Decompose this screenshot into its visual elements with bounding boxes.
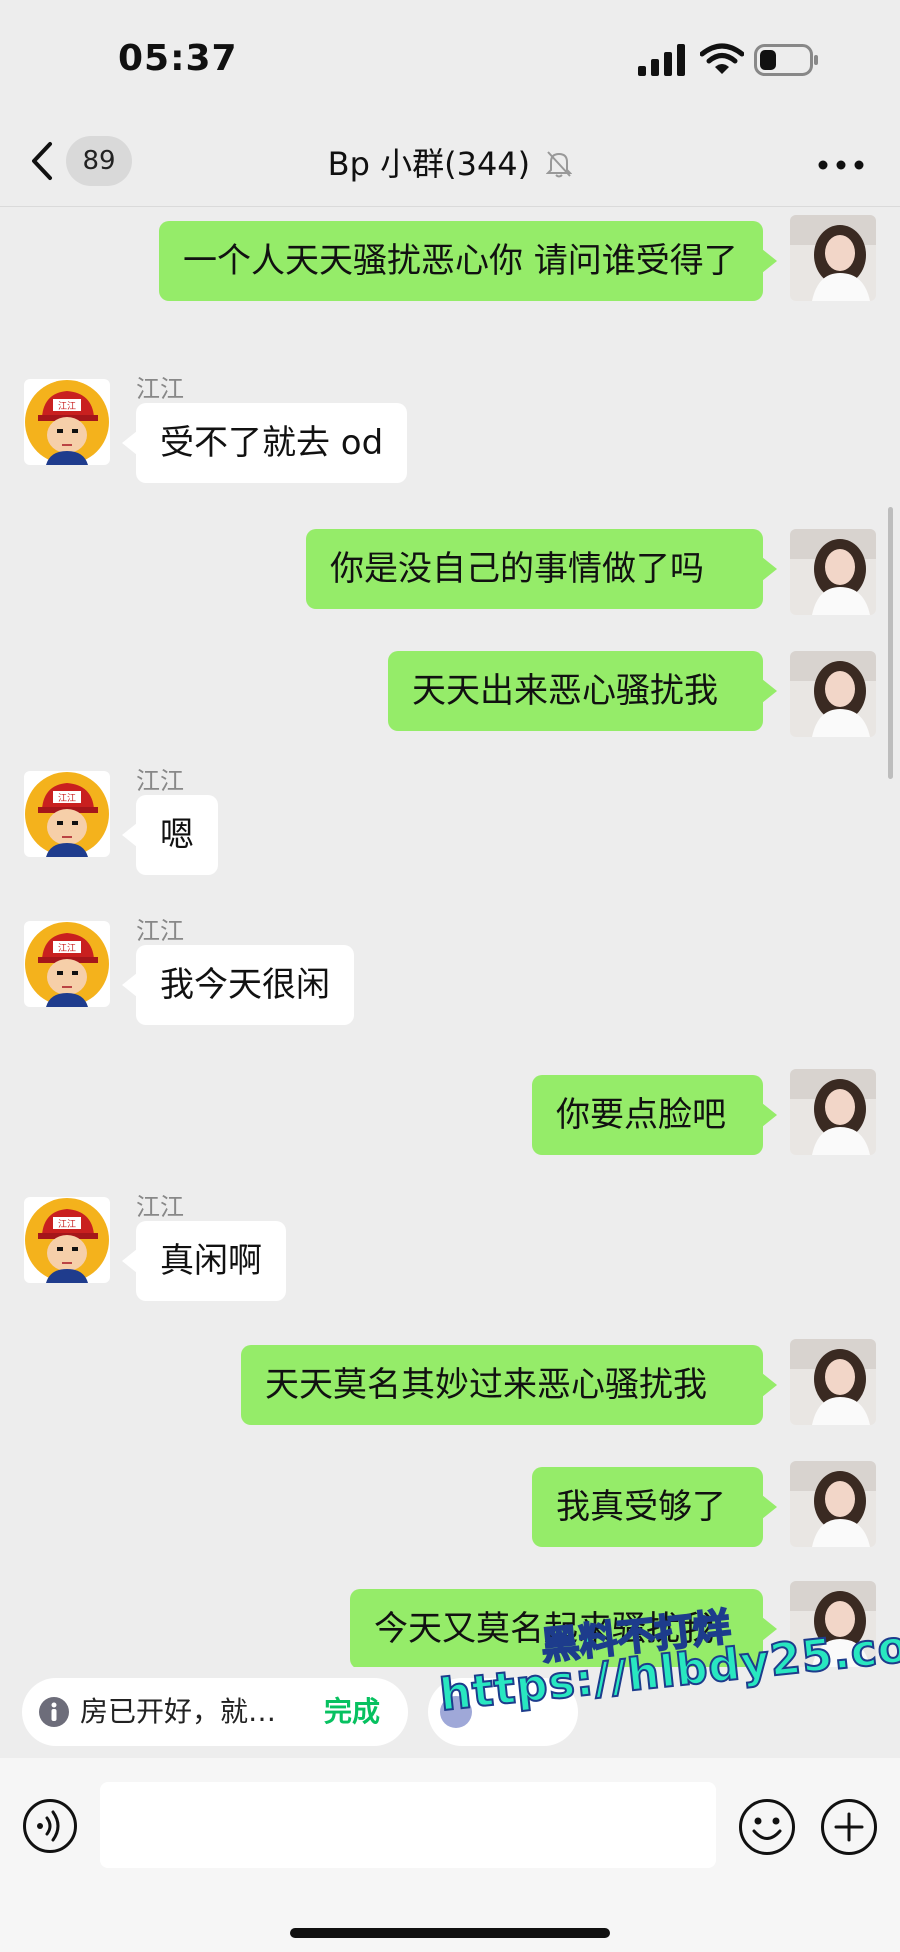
avatar[interactable] [790,529,876,615]
avatar[interactable]: 江江 [24,379,110,465]
message-bubble[interactable]: 真闲啊 [122,1221,286,1301]
more-icon[interactable] [818,160,864,170]
message-row: 江江 江江 真闲啊 [0,1187,900,1327]
chat-title-text: Bp 小群(344) [327,145,531,183]
voice-icon[interactable] [22,1798,78,1854]
chat-header: 89 Bp 小群(344) [0,120,900,207]
message-row: 天天出来恶心骚扰我 [0,651,900,751]
message-row: 江江 江江 我今天很闲 [0,911,900,1051]
avatar[interactable] [790,1461,876,1547]
bell-off-icon [546,151,573,178]
message-bubble[interactable]: 天天莫名其妙过来恶心骚扰我 [241,1345,777,1425]
scrollbar[interactable] [888,507,893,779]
message-bubble[interactable]: 受不了就去 od [121,403,408,483]
home-indicator[interactable] [290,1928,610,1938]
avatar[interactable] [790,651,876,737]
message-input[interactable] [100,1782,716,1868]
message-bubble[interactable]: 我今天很闲 [122,945,354,1025]
message-row: 你要点脸吧 [0,1069,900,1169]
svg-text:江江: 江江 [58,401,76,412]
svg-text:江江: 江江 [58,1219,76,1230]
my-avatar-image [790,529,876,615]
my-avatar-image [790,1339,876,1425]
signal-icon [638,44,685,76]
avatar[interactable]: 江江 [24,771,110,857]
message-row: 我真受够了 [0,1461,900,1561]
quick-reply-chip[interactable]: 房已开好，就… 完成 [22,1678,408,1746]
my-avatar-image [790,1461,876,1547]
sender-name: 江江 [136,375,184,403]
other-avatar-image: 江江 [24,1197,110,1283]
svg-text:江江: 江江 [58,943,76,954]
message-row: 一个人天天骚扰恶心你 请问谁受得了 [0,215,900,355]
wifi-icon [700,43,744,74]
other-avatar-image: 江江 [24,771,110,857]
message-bubble[interactable]: 你要点脸吧 [532,1075,777,1155]
avatar[interactable] [790,1339,876,1425]
avatar[interactable] [790,1069,876,1155]
message-bubble[interactable]: 你是没自己的事情做了吗 [306,529,777,609]
message-bubble[interactable]: 天天出来恶心骚扰我 [388,651,777,731]
message-row: 江江 江江 受不了就去 od [0,369,900,509]
message-bubble[interactable]: 我真受够了 [532,1467,777,1547]
svg-text:江江: 江江 [58,793,76,804]
message-row: 江江 江江 嗯 [0,761,900,901]
status-time: 05:37 [118,38,238,79]
info-icon [39,1697,69,1727]
other-avatar-image: 江江 [24,921,110,1007]
sender-name: 江江 [136,1193,184,1221]
chat-title[interactable]: Bp 小群(344) [0,138,900,188]
message-row: 你是没自己的事情做了吗 [0,529,900,629]
plus-icon[interactable] [820,1798,878,1856]
battery-icon [754,44,818,76]
message-bubble[interactable]: 一个人天天骚扰恶心你 请问谁受得了 [159,221,777,301]
avatar[interactable]: 江江 [24,921,110,1007]
emoji-icon[interactable] [738,1798,796,1856]
input-bar [0,1758,900,1952]
sender-name: 江江 [136,917,184,945]
my-avatar-image [790,215,876,301]
quick-reply-text: 房已开好，就… [80,1695,277,1728]
status-bar: 05:37 [0,0,900,120]
message-list[interactable]: 一个人天天骚扰恶心你 请问谁受得了 江江 江江 受不了就去 od 你是没自己的事… [0,207,900,1667]
sender-name: 江江 [136,767,184,795]
avatar[interactable]: 江江 [24,1197,110,1283]
message-bubble[interactable]: 嗯 [122,795,218,875]
message-row: 天天莫名其妙过来恶心骚扰我 [0,1339,900,1439]
avatar[interactable] [790,215,876,301]
my-avatar-image [790,651,876,737]
done-button[interactable]: 完成 [324,1692,380,1732]
other-avatar-image: 江江 [24,379,110,465]
my-avatar-image [790,1069,876,1155]
